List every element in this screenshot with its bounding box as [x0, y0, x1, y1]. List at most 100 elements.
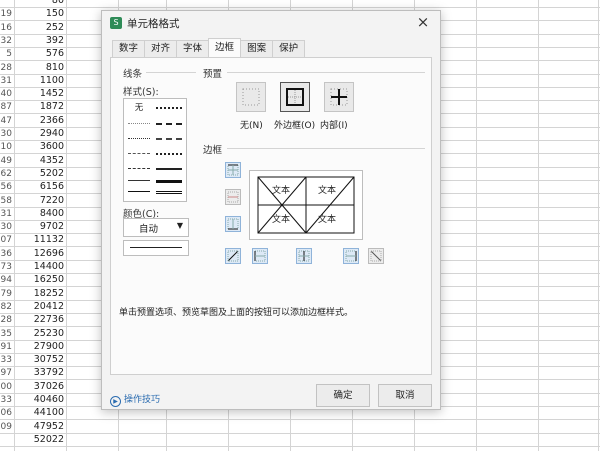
- row-number: 31: [0, 75, 12, 86]
- tab-number[interactable]: 数字: [112, 40, 146, 57]
- preset-none-button[interactable]: [236, 82, 266, 112]
- color-value: 自动: [139, 224, 159, 235]
- border-diagonal-up-button[interactable]: [225, 248, 241, 264]
- tab-alignment[interactable]: 对齐: [144, 40, 178, 57]
- ok-button[interactable]: 确定: [316, 384, 370, 407]
- hint-text: 单击预置选项、预览草图及上面的按钮可以添加边框样式。: [119, 308, 354, 318]
- dialog-title: 单元格格式: [127, 18, 180, 30]
- row-number: 09: [0, 421, 12, 432]
- line-style-option[interactable]: [156, 107, 182, 109]
- line-style-option[interactable]: [128, 180, 150, 181]
- line-style-option[interactable]: [156, 138, 182, 140]
- cell-value[interactable]: 22736: [14, 313, 64, 327]
- cell-value[interactable]: 12696: [14, 247, 64, 261]
- row-number: 40: [0, 89, 12, 100]
- dialog-titlebar[interactable]: S 单元格格式 ×: [102, 11, 440, 35]
- line-style-list[interactable]: 无: [123, 98, 187, 202]
- border-middle-v-button[interactable]: [296, 248, 312, 264]
- close-button[interactable]: ×: [414, 13, 432, 31]
- cell-value[interactable]: 392: [14, 34, 64, 48]
- border-top-icon: [227, 164, 239, 176]
- cell-value[interactable]: 8400: [14, 207, 64, 221]
- cell-value[interactable]: 252: [14, 21, 64, 35]
- cell-value[interactable]: 4352: [14, 154, 64, 168]
- cancel-button[interactable]: 取消: [378, 384, 432, 407]
- cell-value[interactable]: 5202: [14, 167, 64, 181]
- preview-text: 文本: [318, 215, 337, 225]
- cell-value[interactable]: 11132: [14, 233, 64, 247]
- line-style-option[interactable]: [156, 168, 182, 170]
- cell-value[interactable]: 150: [14, 7, 64, 21]
- cell-value[interactable]: 20412: [14, 300, 64, 314]
- cell-value[interactable]: 37026: [14, 380, 64, 394]
- divider: [146, 72, 196, 73]
- cell-value[interactable]: 30752: [14, 353, 64, 367]
- row-number: 94: [0, 275, 12, 286]
- line-style-option[interactable]: [128, 123, 150, 124]
- line-style-option[interactable]: [156, 123, 182, 125]
- cell-value[interactable]: 3600: [14, 140, 64, 154]
- border-top-button[interactable]: [225, 162, 241, 178]
- cell-value[interactable]: 1872: [14, 100, 64, 114]
- border-bottom-button[interactable]: [225, 216, 241, 232]
- line-style-option[interactable]: [128, 168, 150, 169]
- row-number: 32: [0, 35, 12, 46]
- line-style-option[interactable]: [128, 138, 150, 139]
- border-diagonal-down-button[interactable]: [368, 248, 384, 264]
- table-row[interactable]: 52022: [0, 433, 600, 447]
- cell-value[interactable]: 18252: [14, 287, 64, 301]
- row-number: 82: [0, 301, 12, 312]
- row-number: 31: [0, 208, 12, 219]
- cell-value[interactable]: 576: [14, 47, 64, 61]
- diagonal-down-icon: [370, 250, 382, 262]
- border-middle-v-icon: [298, 250, 310, 262]
- border-left-button[interactable]: [252, 248, 268, 264]
- row-number: 33: [0, 395, 12, 405]
- cell-value[interactable]: 33792: [14, 366, 64, 380]
- line-style-option[interactable]: [156, 191, 182, 194]
- border-panel: 线条 样式(S): 无 颜色(C): 自动 ▼ 预置 无(N) 外边框(O) 内…: [110, 57, 432, 375]
- border-preview[interactable]: 文本 文本 文本 文本: [249, 170, 363, 240]
- cell-value[interactable]: 27900: [14, 340, 64, 354]
- cell-value[interactable]: 44100: [14, 406, 64, 420]
- cell-value[interactable]: 2366: [14, 114, 64, 128]
- cell-value[interactable]: 2940: [14, 127, 64, 141]
- preset-outline-button[interactable]: [280, 82, 310, 112]
- row-number: 33: [0, 355, 12, 366]
- cell-value[interactable]: 9702: [14, 220, 64, 234]
- line-style-option[interactable]: [128, 153, 150, 154]
- tab-bar: 数字 对齐 字体 边框 图案 保护: [112, 38, 306, 57]
- cell-value[interactable]: 14400: [14, 260, 64, 274]
- cell-value[interactable]: 810: [14, 61, 64, 75]
- style-none[interactable]: 无: [128, 101, 150, 113]
- row-number: 87: [0, 102, 12, 113]
- border-right-icon: [345, 250, 357, 262]
- cell-value[interactable]: 25230: [14, 327, 64, 341]
- border-right-button[interactable]: [343, 248, 359, 264]
- cell-value[interactable]: 6156: [14, 180, 64, 194]
- cell-value[interactable]: 40460: [14, 393, 64, 407]
- border-left-icon: [254, 250, 266, 262]
- tab-pattern[interactable]: 图案: [240, 40, 274, 57]
- preset-inside-button[interactable]: [324, 82, 354, 112]
- cell-value[interactable]: 1452: [14, 87, 64, 101]
- border-middle-h-button[interactable]: [225, 189, 241, 205]
- tab-font[interactable]: 字体: [176, 40, 210, 57]
- tab-border[interactable]: 边框: [208, 38, 242, 57]
- line-style-option[interactable]: [128, 191, 150, 192]
- color-select[interactable]: 自动 ▼: [123, 218, 189, 237]
- table-row[interactable]: 09 47952: [0, 420, 600, 434]
- cell-value[interactable]: 16250: [14, 273, 64, 287]
- preset-outline-label: 外边框(O): [274, 121, 316, 131]
- line-style-option[interactable]: [156, 153, 182, 155]
- line-style-option[interactable]: [156, 180, 182, 183]
- cell-value[interactable]: 47952: [14, 420, 64, 434]
- line-preview: [123, 240, 189, 256]
- preview-text: 文本: [272, 186, 291, 196]
- tips-link[interactable]: ▶ 操作技巧: [110, 392, 160, 407]
- cell-value[interactable]: 52022: [14, 433, 64, 447]
- cell-value[interactable]: 1100: [14, 74, 64, 88]
- preview-text: 文本: [318, 186, 337, 196]
- tab-protection[interactable]: 保护: [272, 40, 306, 57]
- cell-value[interactable]: 7220: [14, 194, 64, 208]
